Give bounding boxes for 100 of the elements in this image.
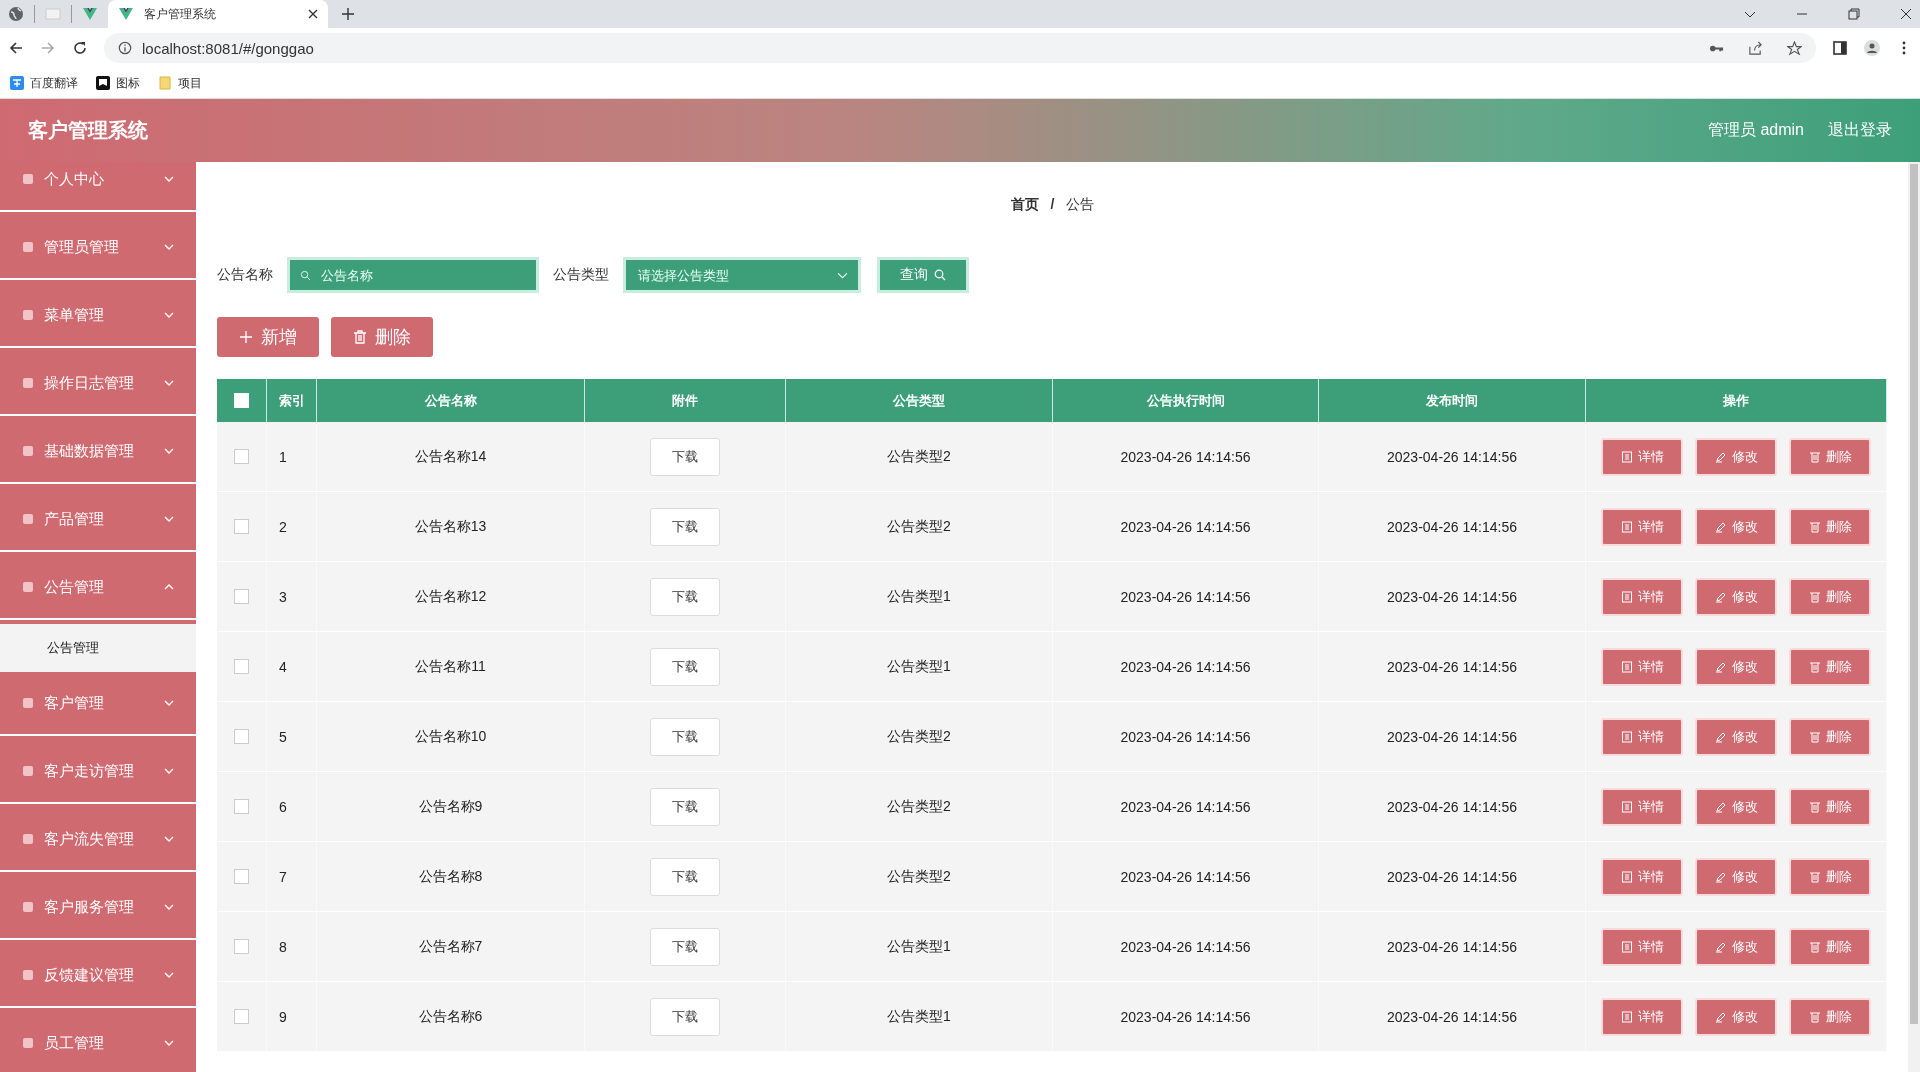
close-icon[interactable] xyxy=(1900,8,1912,20)
download-button[interactable]: 下载 xyxy=(650,997,720,1036)
chevron-icon[interactable] xyxy=(164,446,174,456)
download-button[interactable]: 下载 xyxy=(650,717,720,756)
bookmark[interactable]: 百度翻译 xyxy=(30,74,78,92)
logout-link[interactable]: 退出登录 xyxy=(1828,120,1892,141)
row-checkbox[interactable] xyxy=(234,729,249,744)
edit-button[interactable]: 修改 xyxy=(1695,437,1777,476)
delete-button[interactable]: 删除 xyxy=(1789,577,1871,616)
sidebar-submenu-item[interactable]: 公告管理 xyxy=(0,624,196,672)
restore-icon[interactable] xyxy=(1848,8,1860,20)
download-button[interactable]: 下载 xyxy=(650,577,720,616)
name-search-field[interactable]: 公告名称 xyxy=(287,257,539,293)
back-icon[interactable] xyxy=(8,40,24,56)
share-icon[interactable] xyxy=(1748,40,1763,56)
add-button[interactable]: 新增 xyxy=(217,317,319,357)
detail-button[interactable]: 详情 xyxy=(1601,927,1683,966)
sidebar-menu-item[interactable]: 员工管理 xyxy=(44,1033,104,1053)
sidebar-menu-item[interactable]: 客户管理 xyxy=(44,693,104,713)
sidebar-menu-item[interactable]: 个人中心 xyxy=(44,169,104,189)
download-button[interactable]: 下载 xyxy=(650,787,720,826)
edit-button[interactable]: 修改 xyxy=(1695,927,1777,966)
delete-button[interactable]: 删除 xyxy=(1789,507,1871,546)
breadcrumb-link[interactable]: 首页 xyxy=(1010,196,1039,220)
sidebar-menu-item[interactable]: 操作日志管理 xyxy=(44,373,134,393)
row-checkbox[interactable] xyxy=(234,1009,249,1024)
delete-button[interactable]: 删除 xyxy=(1789,647,1871,686)
row-checkbox[interactable] xyxy=(234,589,249,604)
chevron-icon[interactable] xyxy=(164,698,174,708)
detail-button[interactable]: 详情 xyxy=(1601,717,1683,756)
chevron-icon[interactable] xyxy=(164,582,174,592)
edit-button[interactable]: 修改 xyxy=(1695,507,1777,546)
sidebar-menu-item[interactable]: 基础数据管理 xyxy=(44,441,134,461)
chevron-icon[interactable] xyxy=(164,310,174,320)
name-input[interactable]: 公告名称 xyxy=(319,266,526,284)
vue-logo-icon[interactable] xyxy=(82,6,98,22)
row-checkbox[interactable] xyxy=(234,869,249,884)
download-button[interactable]: 下载 xyxy=(650,647,720,686)
edit-button[interactable]: 修改 xyxy=(1695,997,1777,1036)
info-icon[interactable] xyxy=(118,41,132,55)
detail-button[interactable]: 详情 xyxy=(1601,577,1683,616)
edit-button[interactable]: 修改 xyxy=(1695,787,1777,826)
chevron-icon[interactable] xyxy=(164,174,174,184)
scrollbar[interactable] xyxy=(1908,162,1920,1072)
download-button[interactable]: 下载 xyxy=(650,927,720,966)
detail-button[interactable]: 详情 xyxy=(1601,507,1683,546)
sidebar-menu-item[interactable]: 反馈建议管理 xyxy=(44,965,134,985)
bookmark[interactable]: 图标 xyxy=(116,74,140,92)
address-bar[interactable]: localhost:8081/#/gonggao xyxy=(142,39,314,57)
delete-button[interactable]: 删除 xyxy=(1789,717,1871,756)
chevron-icon[interactable] xyxy=(164,1038,174,1048)
detail-button[interactable]: 详情 xyxy=(1601,647,1683,686)
sidebar-menu-item[interactable]: 菜单管理 xyxy=(44,305,104,325)
delete-button[interactable]: 删除 xyxy=(1789,997,1871,1036)
edit-button[interactable]: 修改 xyxy=(1695,577,1777,616)
delete-button[interactable]: 删除 xyxy=(1789,787,1871,826)
chevron-icon[interactable] xyxy=(164,514,174,524)
sidebar-menu-item[interactable]: 客户服务管理 xyxy=(44,897,134,917)
sidebar-menu-item[interactable]: 客户流失管理 xyxy=(44,829,134,849)
edit-button[interactable]: 修改 xyxy=(1695,647,1777,686)
type-select[interactable]: 请选择公告类型 xyxy=(636,266,829,284)
side-panel-icon[interactable] xyxy=(1832,40,1848,56)
delete-button[interactable]: 删除 xyxy=(331,317,433,357)
star-icon[interactable] xyxy=(1787,40,1802,56)
sidebar-menu-item[interactable]: 管理员管理 xyxy=(44,237,119,257)
edit-button[interactable]: 修改 xyxy=(1695,857,1777,896)
download-button[interactable]: 下载 xyxy=(650,857,720,896)
row-checkbox[interactable] xyxy=(234,799,249,814)
detail-button[interactable]: 详情 xyxy=(1601,437,1683,476)
globe-icon[interactable] xyxy=(8,6,24,22)
delete-button[interactable]: 删除 xyxy=(1789,437,1871,476)
delete-button[interactable]: 删除 xyxy=(1789,857,1871,896)
chevron-icon[interactable] xyxy=(164,378,174,388)
bookmark[interactable]: 项目 xyxy=(178,74,202,92)
sidebar-menu-item[interactable]: 产品管理 xyxy=(44,509,104,529)
search-button[interactable]: 查询 xyxy=(877,257,969,293)
chevron-icon[interactable] xyxy=(164,766,174,776)
chevron-icon[interactable] xyxy=(164,834,174,844)
profile-icon[interactable] xyxy=(1864,40,1880,56)
sidebar-menu-item[interactable]: 客户走访管理 xyxy=(44,761,134,781)
type-select-field[interactable]: 请选择公告类型 xyxy=(623,257,861,293)
detail-button[interactable]: 详情 xyxy=(1601,787,1683,826)
download-button[interactable]: 下载 xyxy=(650,507,720,546)
flag-icon[interactable] xyxy=(96,76,110,90)
select-all-checkbox[interactable] xyxy=(234,393,249,408)
reload-icon[interactable] xyxy=(72,40,88,56)
download-button[interactable]: 下载 xyxy=(650,437,720,476)
sidebar-menu-item[interactable]: 公告管理 xyxy=(44,577,104,597)
row-checkbox[interactable] xyxy=(234,449,249,464)
chevron-icon[interactable] xyxy=(164,902,174,912)
close-icon[interactable] xyxy=(308,9,318,19)
detail-button[interactable]: 详情 xyxy=(1601,857,1683,896)
row-checkbox[interactable] xyxy=(234,659,249,674)
translate-icon[interactable] xyxy=(10,76,24,90)
forward-icon[interactable] xyxy=(40,40,56,56)
new-tab-icon[interactable] xyxy=(342,8,354,20)
delete-button[interactable]: 删除 xyxy=(1789,927,1871,966)
chevron-icon[interactable] xyxy=(164,242,174,252)
detail-button[interactable]: 详情 xyxy=(1601,997,1683,1036)
chevron-icon[interactable] xyxy=(164,970,174,980)
